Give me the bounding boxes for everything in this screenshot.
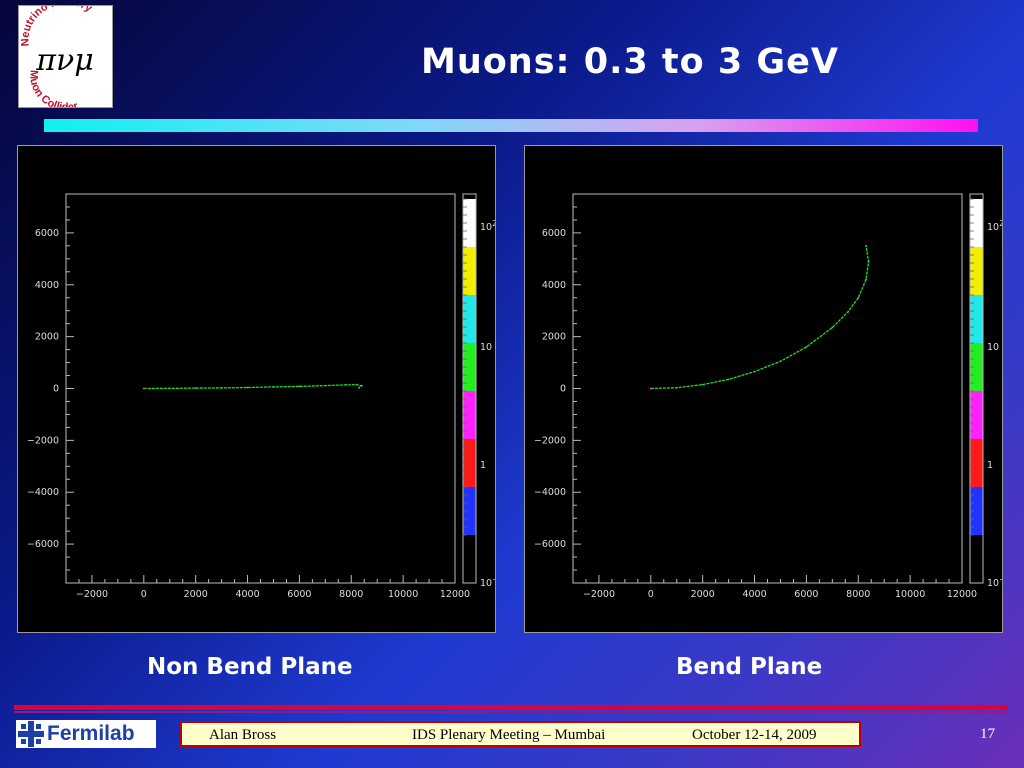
title-gradient-bar <box>44 119 978 132</box>
muon-track-point <box>360 385 363 387</box>
colorbar-label: 1 <box>987 460 993 471</box>
x-tick-label: 6000 <box>287 589 311 600</box>
y-tick-label: 2000 <box>542 332 566 343</box>
logo-top-text: Neutrino Factory <box>19 0 95 47</box>
y-tick-label: −2000 <box>27 435 59 446</box>
colorbar-label: 10 <box>987 342 999 353</box>
muon-track-point <box>857 296 860 299</box>
caption-bend-plane: Bend Plane <box>676 654 823 680</box>
muon-track-point <box>220 386 223 389</box>
muon-track-point <box>831 326 834 329</box>
footer-author: Alan Bross <box>209 727 277 743</box>
y-tick-label: 4000 <box>542 280 566 291</box>
footer-date: October 12-14, 2009 <box>692 727 817 743</box>
fermilab-wordmark: Fermilab <box>47 722 135 745</box>
muon-track-point <box>355 383 358 386</box>
muon-track-point <box>324 384 327 387</box>
x-tick-label: 0 <box>648 589 654 600</box>
x-tick-label: −2000 <box>583 589 615 600</box>
x-tick-label: 10000 <box>388 589 418 600</box>
muon-track-point <box>865 244 867 247</box>
colorbar-label: 10−1 <box>987 575 1002 589</box>
y-tick-label: 0 <box>560 384 566 395</box>
caption-non-bend-plane: Non Bend Plane <box>147 654 353 680</box>
non-bend-plane-plot: 6000 4000 2000 0 −2000 −4000 −6000 −2000 0 2000 40… <box>27 193 495 600</box>
muon-track-point <box>142 387 145 390</box>
footer-event: IDS Plenary Meeting – Mumbai <box>412 727 606 743</box>
muon-track-point <box>865 278 867 281</box>
plot-panel-non-bend: 6000 4000 2000 0 −2000 −4000 −6000 −2000 0 2000 40… <box>17 145 496 633</box>
muon-track-point <box>701 383 704 386</box>
y-tick-label: 6000 <box>35 228 59 239</box>
muon-track-point <box>753 370 756 373</box>
x-tick-label: −2000 <box>76 589 108 600</box>
muon-track-point <box>345 383 347 386</box>
muon-track-point <box>846 311 849 313</box>
x-tick-label: 8000 <box>846 589 870 600</box>
muon-track-point <box>867 260 870 263</box>
neutrino-factory-logo: Neutrino Factory Muon Collider πνμ <box>18 0 113 114</box>
x-tick-label: 4000 <box>235 589 259 600</box>
muon-track-point <box>272 386 275 388</box>
x-tick-label: 8000 <box>339 589 363 600</box>
muon-track-point <box>649 387 652 390</box>
x-tick-label: 6000 <box>794 589 818 600</box>
muon-track-point <box>298 385 301 388</box>
muon-track-point <box>358 386 360 389</box>
slide-title: Muons: 0.3 to 3 GeV <box>421 42 839 82</box>
plot-panel-bend: 6000 4000 2000 0 −2000 −4000 −6000 −2000 0 2000 40… <box>524 145 1003 633</box>
page-number: 17 <box>980 726 995 742</box>
y-tick-label: 6000 <box>542 228 566 239</box>
fermilab-mark-icon <box>18 721 44 747</box>
y-tick-label: 0 <box>53 384 59 395</box>
muon-track-point <box>805 346 808 348</box>
colorbar-label: 10 <box>480 342 492 353</box>
muon-track-point <box>194 387 197 390</box>
y-tick-label: 2000 <box>35 332 59 343</box>
muon-track-line <box>143 383 364 390</box>
plot-frame <box>65 193 456 584</box>
footer-divider-secondary <box>14 711 1008 713</box>
logo-glyphs: πνμ <box>35 43 93 78</box>
muon-track-point <box>675 386 678 389</box>
x-tick-label: 10000 <box>895 589 925 600</box>
x-tick-label: 12000 <box>947 589 977 600</box>
colorbar-label: 1 <box>480 460 486 471</box>
y-tick-label: −2000 <box>534 435 566 446</box>
x-tick-label: 0 <box>141 589 147 600</box>
x-tick-label: 2000 <box>691 589 715 600</box>
plot-frame <box>572 193 963 584</box>
muon-track-point <box>779 360 782 363</box>
y-tick-label: −6000 <box>27 539 59 550</box>
y-tick-label: −4000 <box>27 487 59 498</box>
footer-box: Alan Bross IDS Plenary Meeting – Mumbai … <box>180 721 861 747</box>
y-tick-label: −6000 <box>534 539 566 550</box>
y-tick-label: −4000 <box>534 487 566 498</box>
colorbar-label: 102 <box>987 219 1002 233</box>
muon-track-point <box>246 386 249 389</box>
colorbar-label: 102 <box>480 219 495 233</box>
x-tick-label: 4000 <box>742 589 766 600</box>
muon-track-line <box>650 245 870 390</box>
x-tick-label: 12000 <box>440 589 470 600</box>
svg-text:Neutrino Factory: Neutrino Factory <box>19 6 95 47</box>
muon-track-point <box>168 387 171 390</box>
footer-divider <box>14 705 1008 710</box>
fermilab-logo: Fermilab <box>16 720 156 748</box>
y-tick-label: 4000 <box>35 280 59 291</box>
bend-plane-plot: 6000 4000 2000 0 −2000 −4000 −6000 −2000 0 2000 40… <box>534 193 1002 600</box>
colorbar-label: 10−1 <box>480 575 495 589</box>
muon-track-point <box>727 378 730 381</box>
x-tick-label: 2000 <box>184 589 208 600</box>
